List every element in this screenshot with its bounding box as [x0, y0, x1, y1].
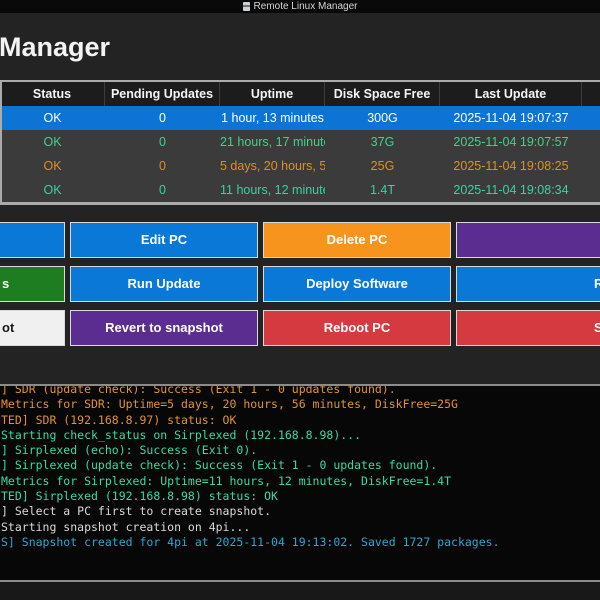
table-row[interactable]: OK 0 5 days, 20 hours, 56 25G 2025-11-04 19:… [2, 154, 600, 178]
table-cell: OK [43, 183, 62, 197]
table-cell: OK [43, 135, 62, 149]
log-line: Starting check_status on Sirplexed (192.… [1, 427, 362, 442]
cut-button-r2c3[interactable]: S [456, 310, 600, 346]
table-row[interactable]: OK 0 11 hours, 12 minute 1.4T 2025-11-04 19:… [2, 178, 600, 202]
table-row[interactable]: OK 0 1 hour, 13 minutes 300G 2025-11-04 19:0… [2, 106, 600, 130]
table-cell: 0 [159, 135, 166, 149]
table-cell: 1 hour, 13 minutes [221, 111, 324, 125]
column-header-3[interactable]: Disk Space Free [325, 82, 440, 106]
table-cell: 2025-11-04 19:07:37 [453, 111, 569, 125]
button-label-fragment: ot [2, 320, 15, 335]
table-header-row: Status Pending Updates Uptime Disk Space Fr… [2, 82, 600, 106]
table-cell: OK [43, 111, 62, 125]
table-cell: 300G [367, 111, 398, 125]
button-label-fragment: S [594, 320, 600, 335]
table-cell: 2025-11-04 19:08:34 [453, 183, 569, 197]
bottom-area [0, 582, 600, 600]
table-cell: 0 [159, 159, 166, 173]
log-output[interactable]: ] SDR (update check): Success (Exit 1 - … [0, 384, 600, 582]
log-line: Starting snapshot creation on 4pi... [1, 519, 251, 534]
delete-pc-button[interactable]: Delete PC [263, 222, 451, 258]
table-cell: 0 [159, 111, 166, 125]
column-header-2[interactable]: Uptime [220, 82, 325, 106]
cut-button-r0c3[interactable] [456, 222, 600, 258]
table-cell: 1.4T [369, 183, 395, 197]
table-cell: 2025-11-04 19:08:25 [453, 159, 569, 173]
run-update-button[interactable]: Run Update [70, 266, 258, 302]
column-header-1[interactable]: Pending Updates [105, 82, 220, 106]
log-line: ] Select a PC first to create snapshot. [1, 504, 272, 519]
app-window: Remote Linux Manager Manager Status Pendi… [0, 0, 600, 600]
button-label-fragment: R [594, 276, 600, 291]
column-header-5[interactable]: L [582, 82, 600, 106]
table-row[interactable]: OK 0 21 hours, 17 minute 37G 2025-11-04 19:0… [2, 130, 600, 154]
deploy-software-button[interactable]: Deploy Software [263, 266, 451, 302]
cut-button-r2c0[interactable]: ot [0, 310, 65, 346]
log-line: Metrics for Sirplexed: Uptime=11 hours, … [1, 473, 452, 488]
cut-button-r1c3[interactable]: R [456, 266, 600, 302]
table-cell: OK [43, 159, 62, 173]
table-cell: 25G [370, 159, 395, 173]
table-cell: 5 days, 20 hours, 56 [220, 159, 325, 173]
column-header-0[interactable]: Status [2, 82, 105, 106]
edit-pc-button[interactable]: Edit PC [70, 222, 258, 258]
cut-button-r0c0[interactable] [0, 222, 65, 258]
log-line: ] Sirplexed (echo): Success (Exit 0). [1, 443, 258, 458]
log-line: TED] SDR (192.168.8.97) status: OK [1, 412, 237, 427]
table-cell: 0 [159, 183, 166, 197]
log-text: ] SDR (update check): Success (Exit 1 - … [1, 384, 500, 550]
table-cell: 37G [370, 135, 395, 149]
table-cell: 21 hours, 17 minute [220, 135, 325, 149]
cut-button-r1c0[interactable]: s [0, 266, 65, 302]
log-line: Metrics for SDR: Uptime=5 days, 20 hours… [1, 397, 458, 412]
page-title: Manager [0, 32, 111, 62]
app-window-icon [242, 2, 250, 11]
titlebar[interactable]: Remote Linux Manager [0, 0, 600, 13]
log-line: S] Snapshot created for 4pi at 2025-11-0… [1, 534, 500, 549]
reboot-pc-button[interactable]: Reboot PC [263, 310, 451, 346]
pc-table: Status Pending Updates Uptime Disk Space Fr… [0, 80, 600, 205]
table-cell: 2025-11-04 19:07:57 [453, 135, 569, 149]
revert-to-snapshot-button[interactable]: Revert to snapshot [70, 310, 258, 346]
log-line: ] Sirplexed (update check): Success (Exi… [1, 458, 438, 473]
table-cell: 11 hours, 12 minute [220, 183, 325, 197]
column-header-4[interactable]: Last Update [440, 82, 582, 106]
log-line: ] SDR (update check): Success (Exit 1 - … [1, 384, 396, 396]
button-label-fragment: s [2, 276, 10, 291]
log-line: TED] Sirplexed (192.168.8.98) status: OK [1, 489, 278, 504]
titlebar-title: Remote Linux Manager [253, 1, 358, 12]
